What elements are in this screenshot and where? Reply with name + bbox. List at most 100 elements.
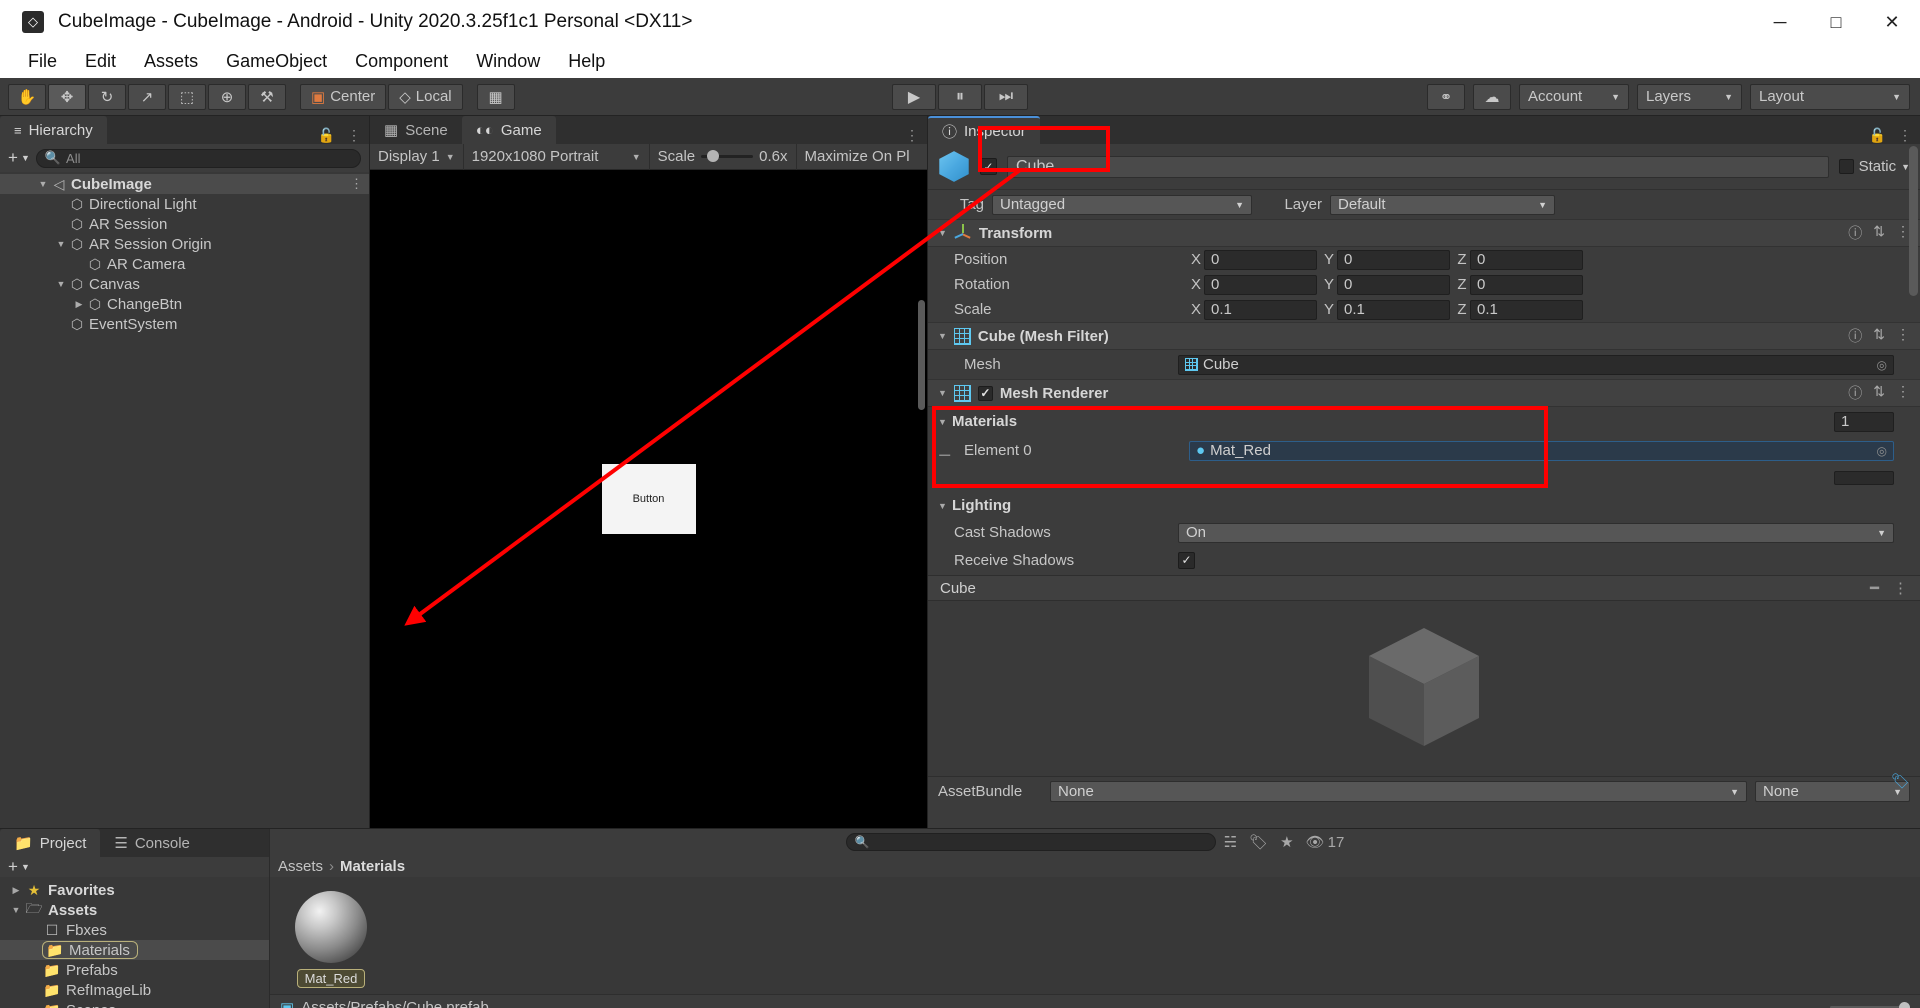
rect-tool-icon[interactable]: ⬚ [168, 83, 206, 110]
hierarchy-item-menu-icon[interactable]: ⋮ [350, 176, 363, 192]
preview-menu-icon[interactable]: ⋮ [1893, 579, 1908, 597]
menu-assets[interactable]: Assets [130, 48, 212, 75]
transform-rotation-y-input[interactable]: 0 [1337, 274, 1450, 295]
array-resize-handle[interactable] [1834, 471, 1894, 485]
maximize-button[interactable]: □ [1808, 0, 1864, 44]
foldout-arrow-icon[interactable]: ▼ [54, 279, 68, 289]
lighting-foldout-row[interactable]: ▼ Lighting [928, 491, 1920, 520]
hierarchy-item-ar-session[interactable]: ⬡ AR Session [0, 214, 369, 234]
tab-scene[interactable]: ▦ Scene [370, 116, 462, 144]
grid-snap-icon[interactable]: ▦ [476, 83, 515, 110]
hierarchy-item-ar-session-origin[interactable]: ▼ ⬡ AR Session Origin [0, 234, 369, 254]
help-icon[interactable]: ⓘ [1848, 383, 1862, 403]
hand-tool-icon[interactable]: ✋ [8, 83, 46, 110]
materials-count-input[interactable]: 1 [1834, 411, 1894, 432]
breadcrumb-assets[interactable]: Assets [278, 858, 323, 875]
menu-edit[interactable]: Edit [71, 48, 130, 75]
assetbundle-dropdown[interactable]: None ▼ [1050, 781, 1747, 802]
preview-viewport[interactable] [928, 601, 1920, 776]
pause-button[interactable]: ⏸ [938, 83, 982, 110]
materials-row[interactable]: ▼ Materials 1 [928, 407, 1920, 436]
account-dropdown[interactable]: Account ▼ [1519, 83, 1629, 110]
layers-dropdown[interactable]: Layers ▼ [1637, 83, 1742, 110]
foldout-arrow-icon[interactable]: ▶ [8, 885, 24, 896]
foldout-arrow-icon[interactable]: ▼ [8, 905, 24, 915]
transform-rotation-z-input[interactable]: 0 [1470, 274, 1583, 295]
preset-icon[interactable]: ⇅ [1873, 383, 1885, 403]
foldout-arrow-icon[interactable]: ▼ [54, 239, 68, 249]
hidden-count[interactable]: 👁 17 [1306, 833, 1345, 852]
drag-handle-icon[interactable]: ⚊ [938, 442, 964, 460]
material-object-field[interactable]: ● Mat_Red ◎ [1189, 440, 1894, 461]
inspector-scrollbar[interactable] [1909, 146, 1918, 296]
layer-dropdown[interactable]: Default ▼ [1330, 194, 1555, 215]
static-toggle[interactable]: Static ▼ [1838, 158, 1910, 175]
filter-favorites-icon[interactable]: ★ [1280, 833, 1293, 851]
preview-expand-icon[interactable]: ━ [1870, 579, 1879, 597]
foldout-arrow-icon[interactable]: ▼ [938, 228, 947, 238]
mesh-object-field[interactable]: Cube ◎ [1178, 354, 1894, 375]
scale-tool-icon[interactable]: ↗ [128, 83, 166, 110]
foldout-arrow-icon[interactable]: ▼ [938, 417, 952, 427]
transform-rotation-x-input[interactable]: 0 [1204, 274, 1317, 295]
close-button[interactable]: ✕ [1864, 0, 1920, 44]
scale-slider-knob[interactable] [707, 150, 720, 162]
foldout-arrow-icon[interactable]: ▼ [36, 179, 50, 189]
scale-slider-track[interactable] [701, 150, 754, 162]
meshrenderer-component-header[interactable]: ▼ ✓ Mesh Renderer ⓘ ⇅ ⋮ [928, 379, 1920, 407]
transform-position-x-input[interactable]: 0 [1204, 249, 1317, 270]
menu-help[interactable]: Help [554, 48, 619, 75]
static-checkbox[interactable] [1838, 159, 1854, 174]
hierarchy-item-changebtn[interactable]: ▶ ⬡ ChangeBtn [0, 294, 369, 314]
menu-gameobject[interactable]: GameObject [212, 48, 341, 75]
menu-component[interactable]: Component [341, 48, 462, 75]
tag-icon[interactable]: 🏷 [1891, 772, 1910, 790]
lock-icon[interactable]: 🔓 [318, 127, 335, 144]
zoom-slider-knob[interactable] [1899, 1002, 1910, 1008]
game-view-canvas[interactable]: Button [370, 170, 927, 828]
project-tree-item-scenes[interactable]: 📁 Scenes [0, 1000, 269, 1008]
hierarchy-item-cubeimage[interactable]: ▼ ◁ CubeImage ⋮ [0, 174, 369, 194]
custom-tool-icon[interactable]: ⚒ [248, 83, 286, 110]
transform-scale-y-input[interactable]: 0.1 [1337, 299, 1450, 320]
breadcrumb-materials[interactable]: Materials [340, 858, 405, 875]
transform-tool-icon[interactable]: ⊕ [208, 83, 246, 110]
transform-scale-z-input[interactable]: 0.1 [1470, 299, 1583, 320]
gameobject-name-input[interactable]: Cube [1007, 155, 1829, 178]
component-menu-icon[interactable]: ⋮ [1896, 326, 1910, 346]
project-create-button[interactable]: + ▼ [8, 857, 30, 877]
scale-slider[interactable]: Scale 0.6x [650, 143, 797, 170]
meshrenderer-enabled-checkbox[interactable]: ✓ [977, 385, 993, 401]
transform-position-z-input[interactable]: 0 [1470, 249, 1583, 270]
meshfilter-component-header[interactable]: ▼ Cube (Mesh Filter) ⓘ ⇅ ⋮ [928, 322, 1920, 350]
filter-by-label-icon[interactable]: 🏷 [1249, 833, 1268, 851]
collab-icon[interactable]: ⚭ [1427, 83, 1465, 110]
filter-by-type-icon[interactable]: ☵ [1224, 833, 1237, 851]
rotate-tool-icon[interactable]: ↻ [88, 83, 126, 110]
panel-menu-icon[interactable]: ⋮ [905, 127, 919, 144]
project-tree-item-assets[interactable]: ▼ 🗁 Assets [0, 900, 269, 920]
step-button[interactable]: ⏭ [984, 83, 1028, 110]
thumbnail-size-slider[interactable] [1830, 1002, 1910, 1008]
tab-project[interactable]: 📁 Project [0, 829, 101, 857]
play-button[interactable]: ▶ [892, 83, 936, 110]
foldout-arrow-icon[interactable]: ▼ [938, 501, 952, 511]
assetbundle-variant-dropdown[interactable]: None ▼ [1755, 781, 1910, 802]
transform-position-y-input[interactable]: 0 [1337, 249, 1450, 270]
create-object-button[interactable]: + ▼ [8, 148, 30, 168]
hierarchy-item-eventsystem[interactable]: ⬡ EventSystem [0, 314, 369, 334]
receive-shadows-checkbox[interactable]: ✓ [1178, 551, 1195, 569]
move-tool-icon[interactable]: ✥ [48, 83, 86, 110]
tag-dropdown[interactable]: Untagged ▼ [992, 194, 1252, 215]
tab-game[interactable]: ◐◐ Game [461, 116, 556, 144]
component-menu-icon[interactable]: ⋮ [1896, 223, 1910, 243]
maximize-on-play-toggle[interactable]: Maximize On Pl [797, 144, 918, 170]
help-icon[interactable]: ⓘ [1848, 223, 1862, 243]
pivot-mode-button[interactable]: ▣ Center [300, 83, 387, 110]
cloud-icon[interactable]: ☁ [1473, 83, 1511, 110]
gameobject-enabled-checkbox[interactable]: ✓ [980, 158, 997, 175]
object-picker-icon[interactable]: ◎ [1877, 358, 1887, 372]
tab-inspector[interactable]: ⓘ Inspector [928, 116, 1040, 144]
hierarchy-item-ar-camera[interactable]: ⬡ AR Camera [0, 254, 369, 274]
component-menu-icon[interactable]: ⋮ [1896, 383, 1910, 403]
